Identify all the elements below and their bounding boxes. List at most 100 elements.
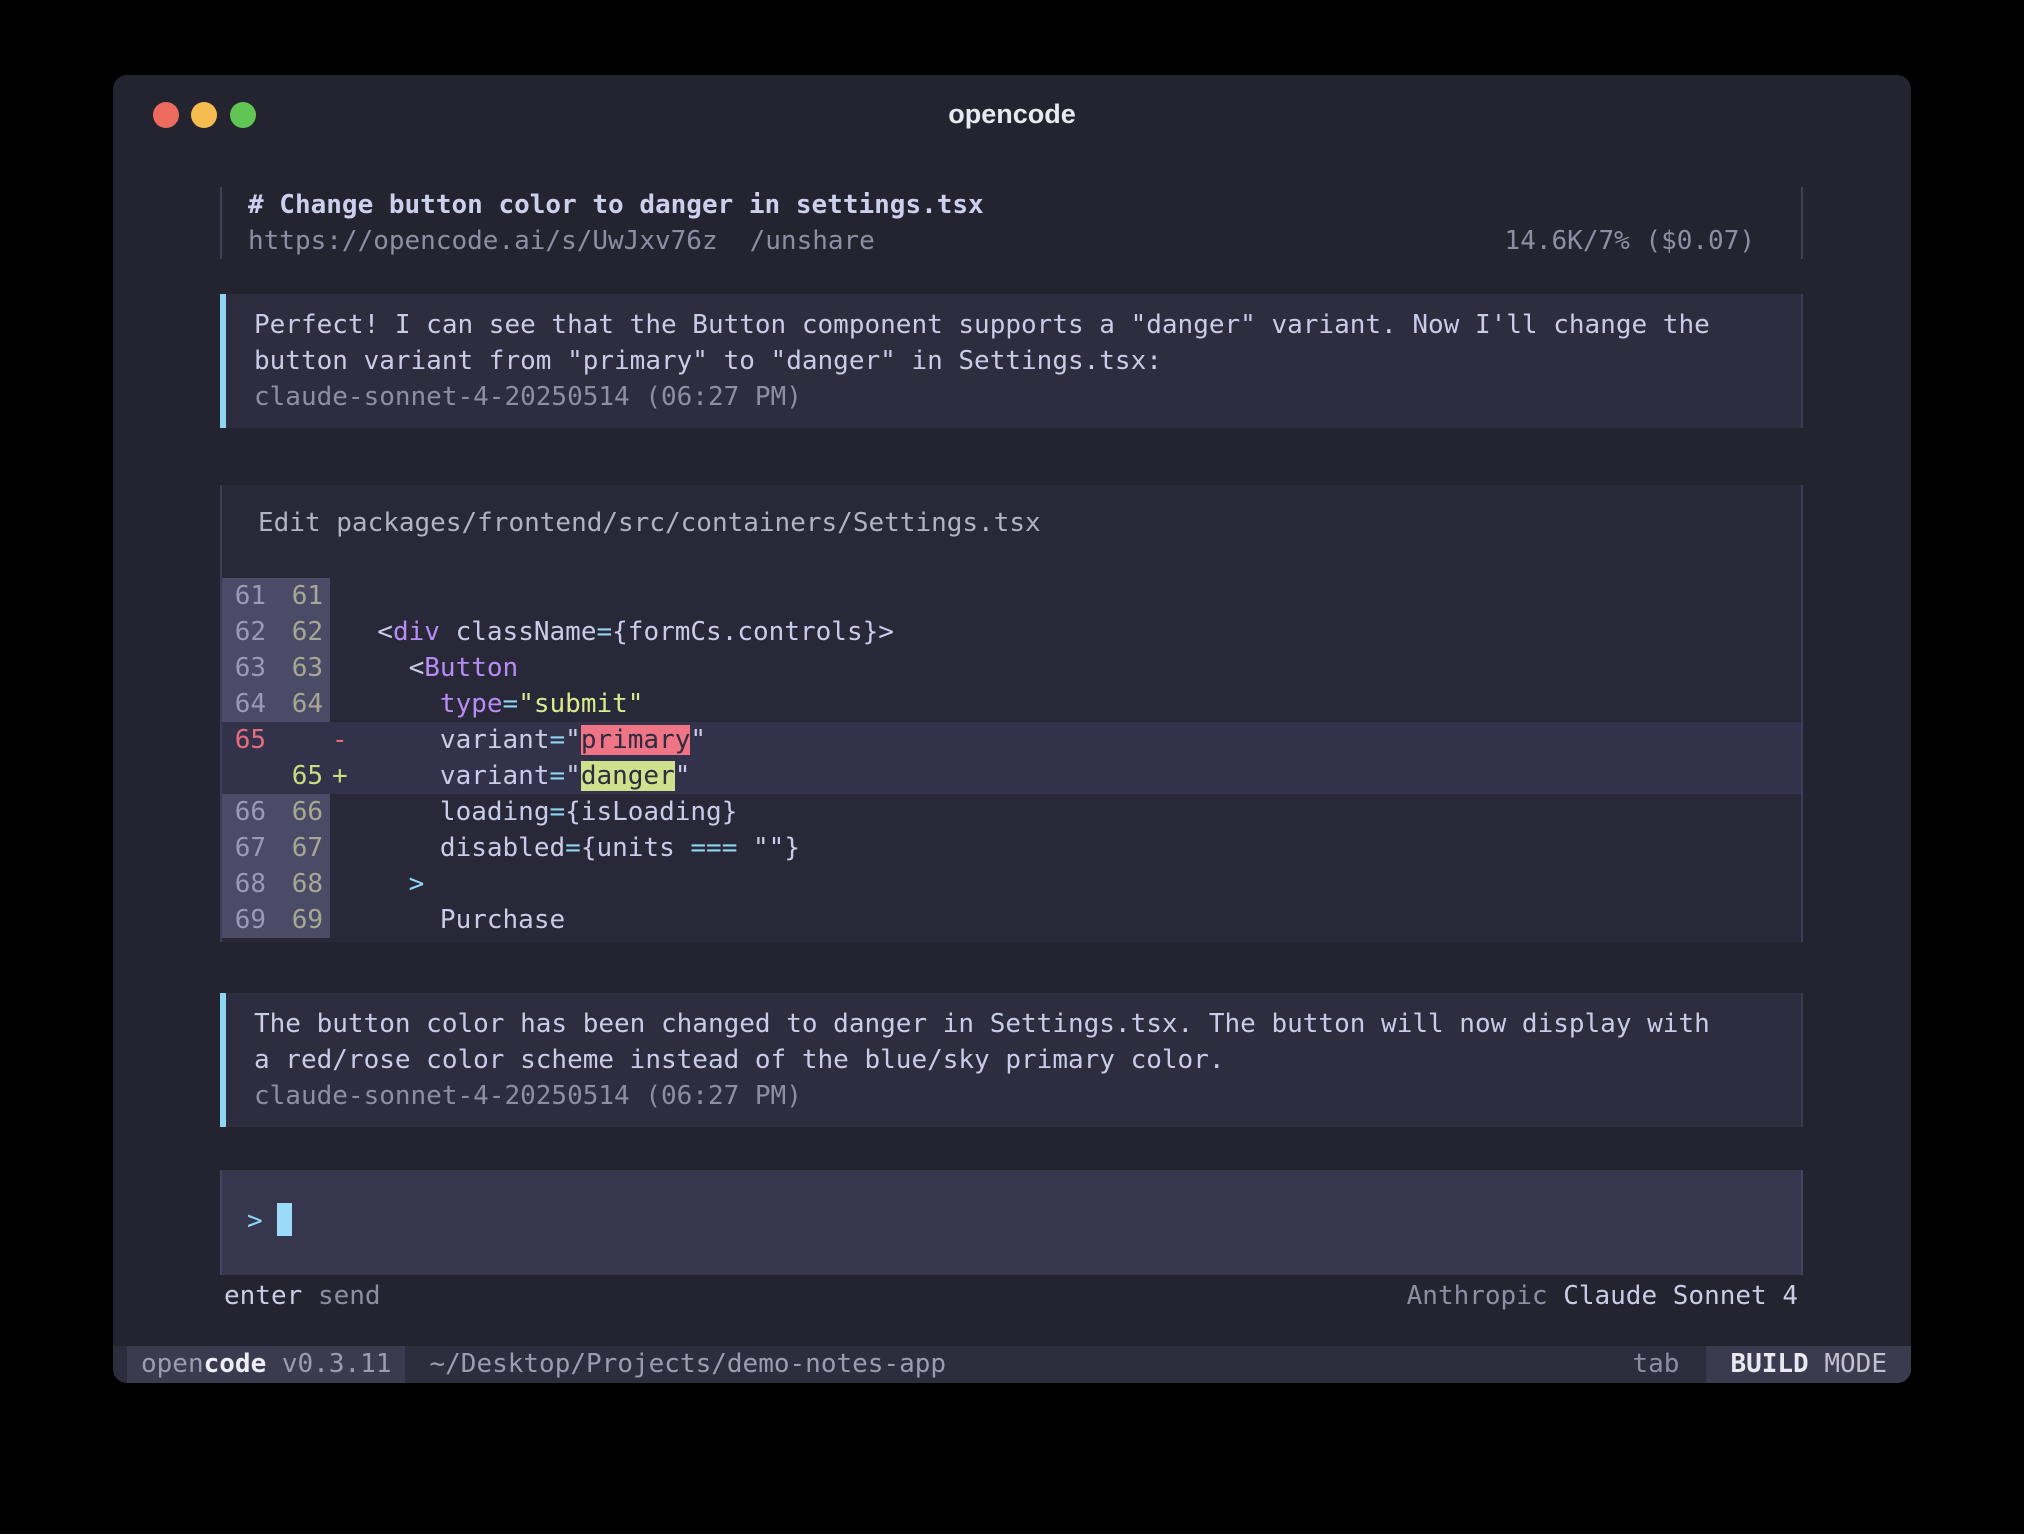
mode-suffix: MODE bbox=[1809, 1349, 1887, 1379]
diff-row: 6868 > bbox=[222, 866, 1801, 902]
diff-change-marker bbox=[330, 902, 346, 938]
code-token: Button bbox=[424, 653, 518, 683]
code-token: variant bbox=[346, 761, 550, 791]
diff-old-line-number: 62 bbox=[222, 614, 270, 650]
assistant-message-text: Perfect! I can see that the Button compo… bbox=[254, 307, 1734, 379]
diff-new-line-number: 64 bbox=[270, 686, 330, 722]
code-token: = bbox=[550, 797, 566, 827]
window-titlebar: opencode bbox=[113, 75, 1911, 145]
code-token: primary bbox=[581, 725, 691, 755]
diff-code-line: loading={isLoading} bbox=[346, 794, 1801, 830]
model-indicator: Anthropic Claude Sonnet 4 bbox=[1407, 1278, 1798, 1314]
diff-old-line-number: 64 bbox=[222, 686, 270, 722]
window-title: opencode bbox=[113, 99, 1911, 130]
code-token: === bbox=[690, 833, 737, 863]
context-usage-stat: 14.6K/7% ($0.07) bbox=[1505, 223, 1755, 259]
diff-row: 6666 loading={isLoading} bbox=[222, 794, 1801, 830]
text-cursor bbox=[277, 1203, 292, 1236]
app-version: v0.3.11 bbox=[266, 1349, 391, 1379]
diff-code-line: disabled={units === ""} bbox=[346, 830, 1801, 866]
diff-change-marker bbox=[330, 650, 346, 686]
diff-row: 6363 <Button bbox=[222, 650, 1801, 686]
tab-key-hint[interactable]: tab bbox=[1632, 1346, 1679, 1383]
diff-new-line-number: 62 bbox=[270, 614, 330, 650]
code-token: = bbox=[596, 617, 612, 647]
code-token: " bbox=[690, 725, 706, 755]
edit-tool-title: Edit packages/frontend/src/containers/Se… bbox=[258, 505, 1801, 541]
code-token: Purchase bbox=[346, 905, 565, 935]
diff-old-line-number: 68 bbox=[222, 866, 270, 902]
app-name-bold: code bbox=[204, 1349, 267, 1379]
send-hint: enter send bbox=[224, 1278, 381, 1314]
diff-code-line: type="submit" bbox=[346, 686, 1801, 722]
diff-new-line-number: 69 bbox=[270, 902, 330, 938]
diff-change-marker bbox=[330, 830, 346, 866]
model-label: Claude Sonnet 4 bbox=[1563, 1281, 1798, 1311]
hint-row: enter send Anthropic Claude Sonnet 4 bbox=[220, 1278, 1803, 1314]
code-token: > bbox=[409, 869, 425, 899]
code-token bbox=[346, 869, 409, 899]
code-token: {units bbox=[581, 833, 691, 863]
diff-old-line-number: 61 bbox=[222, 578, 270, 614]
prompt-input[interactable]: > bbox=[220, 1170, 1803, 1275]
diff-change-marker: + bbox=[330, 758, 346, 794]
diff-new-line-number: 65 bbox=[270, 758, 330, 794]
code-token: "submit" bbox=[518, 689, 643, 719]
working-directory: ~/Desktop/Projects/demo-notes-app bbox=[429, 1346, 946, 1383]
edit-tool-card: Edit packages/frontend/src/containers/Se… bbox=[220, 485, 1803, 942]
assistant-message: The button color has been changed to dan… bbox=[220, 993, 1803, 1127]
status-bar-right: tab BUILD MODE bbox=[1632, 1346, 1911, 1383]
diff-change-marker bbox=[330, 686, 346, 722]
code-token: className bbox=[440, 617, 597, 647]
code-token: ""} bbox=[737, 833, 800, 863]
diff-change-marker: - bbox=[330, 722, 346, 758]
session-header: # Change button color to danger in setti… bbox=[220, 187, 1803, 259]
code-token: = bbox=[565, 833, 581, 863]
prompt-caret-icon: > bbox=[247, 1206, 263, 1236]
share-url-link[interactable]: https://opencode.ai/s/UwJxv76z bbox=[248, 226, 718, 256]
code-token: = bbox=[550, 725, 566, 755]
diff-old-line-number: 67 bbox=[222, 830, 270, 866]
diff-old-line-number bbox=[222, 758, 270, 794]
unshare-command[interactable]: /unshare bbox=[750, 226, 875, 256]
diff-row: 65+ variant="danger" bbox=[222, 758, 1801, 794]
diff-row: 6767 disabled={units === ""} bbox=[222, 830, 1801, 866]
code-token: danger bbox=[581, 761, 675, 791]
enter-key-hint: enter bbox=[224, 1281, 302, 1311]
diff-new-line-number: 61 bbox=[270, 578, 330, 614]
code-token: variant bbox=[346, 725, 550, 755]
diff-row: 6969 Purchase bbox=[222, 902, 1801, 938]
diff-code-line: Purchase bbox=[346, 902, 1801, 938]
mode-name: BUILD bbox=[1730, 1349, 1808, 1379]
code-token: {formCs.controls}> bbox=[612, 617, 894, 647]
diff-row: 6262 <div className={formCs.controls}> bbox=[222, 614, 1801, 650]
code-token: < bbox=[346, 617, 393, 647]
app-name-light: open bbox=[141, 1349, 204, 1379]
code-token: type bbox=[440, 689, 503, 719]
opencode-window: opencode # Change button color to danger… bbox=[113, 75, 1911, 1383]
diff-row: 65- variant="primary" bbox=[222, 722, 1801, 758]
assistant-message-meta: claude-sonnet-4-20250514 (06:27 PM) bbox=[254, 1078, 1761, 1114]
diff-change-marker bbox=[330, 578, 346, 614]
diff-old-line-number: 65 bbox=[222, 722, 270, 758]
diff-new-line-number: 66 bbox=[270, 794, 330, 830]
assistant-message-meta: claude-sonnet-4-20250514 (06:27 PM) bbox=[254, 379, 1761, 415]
diff-old-line-number: 69 bbox=[222, 902, 270, 938]
diff-new-line-number: 67 bbox=[270, 830, 330, 866]
code-token: " bbox=[565, 725, 581, 755]
code-token: {isLoading} bbox=[565, 797, 737, 827]
diff-row: 6464 type="submit" bbox=[222, 686, 1801, 722]
code-token: < bbox=[346, 653, 424, 683]
code-token: " bbox=[675, 761, 691, 791]
diff-code-line bbox=[346, 578, 1801, 614]
assistant-message-text: The button color has been changed to dan… bbox=[254, 1006, 1734, 1078]
mode-chip: BUILD MODE bbox=[1706, 1346, 1911, 1383]
code-token: = bbox=[550, 761, 566, 791]
diff-code-line: <Button bbox=[346, 650, 1801, 686]
diff-code-line: variant="danger" bbox=[346, 758, 1801, 794]
diff-old-line-number: 63 bbox=[222, 650, 270, 686]
code-token: = bbox=[503, 689, 519, 719]
code-token: " bbox=[565, 761, 581, 791]
diff-rows: 61616262 <div className={formCs.controls… bbox=[222, 578, 1801, 938]
status-bar: opencode v0.3.11 ~/Desktop/Projects/demo… bbox=[113, 1346, 1911, 1383]
